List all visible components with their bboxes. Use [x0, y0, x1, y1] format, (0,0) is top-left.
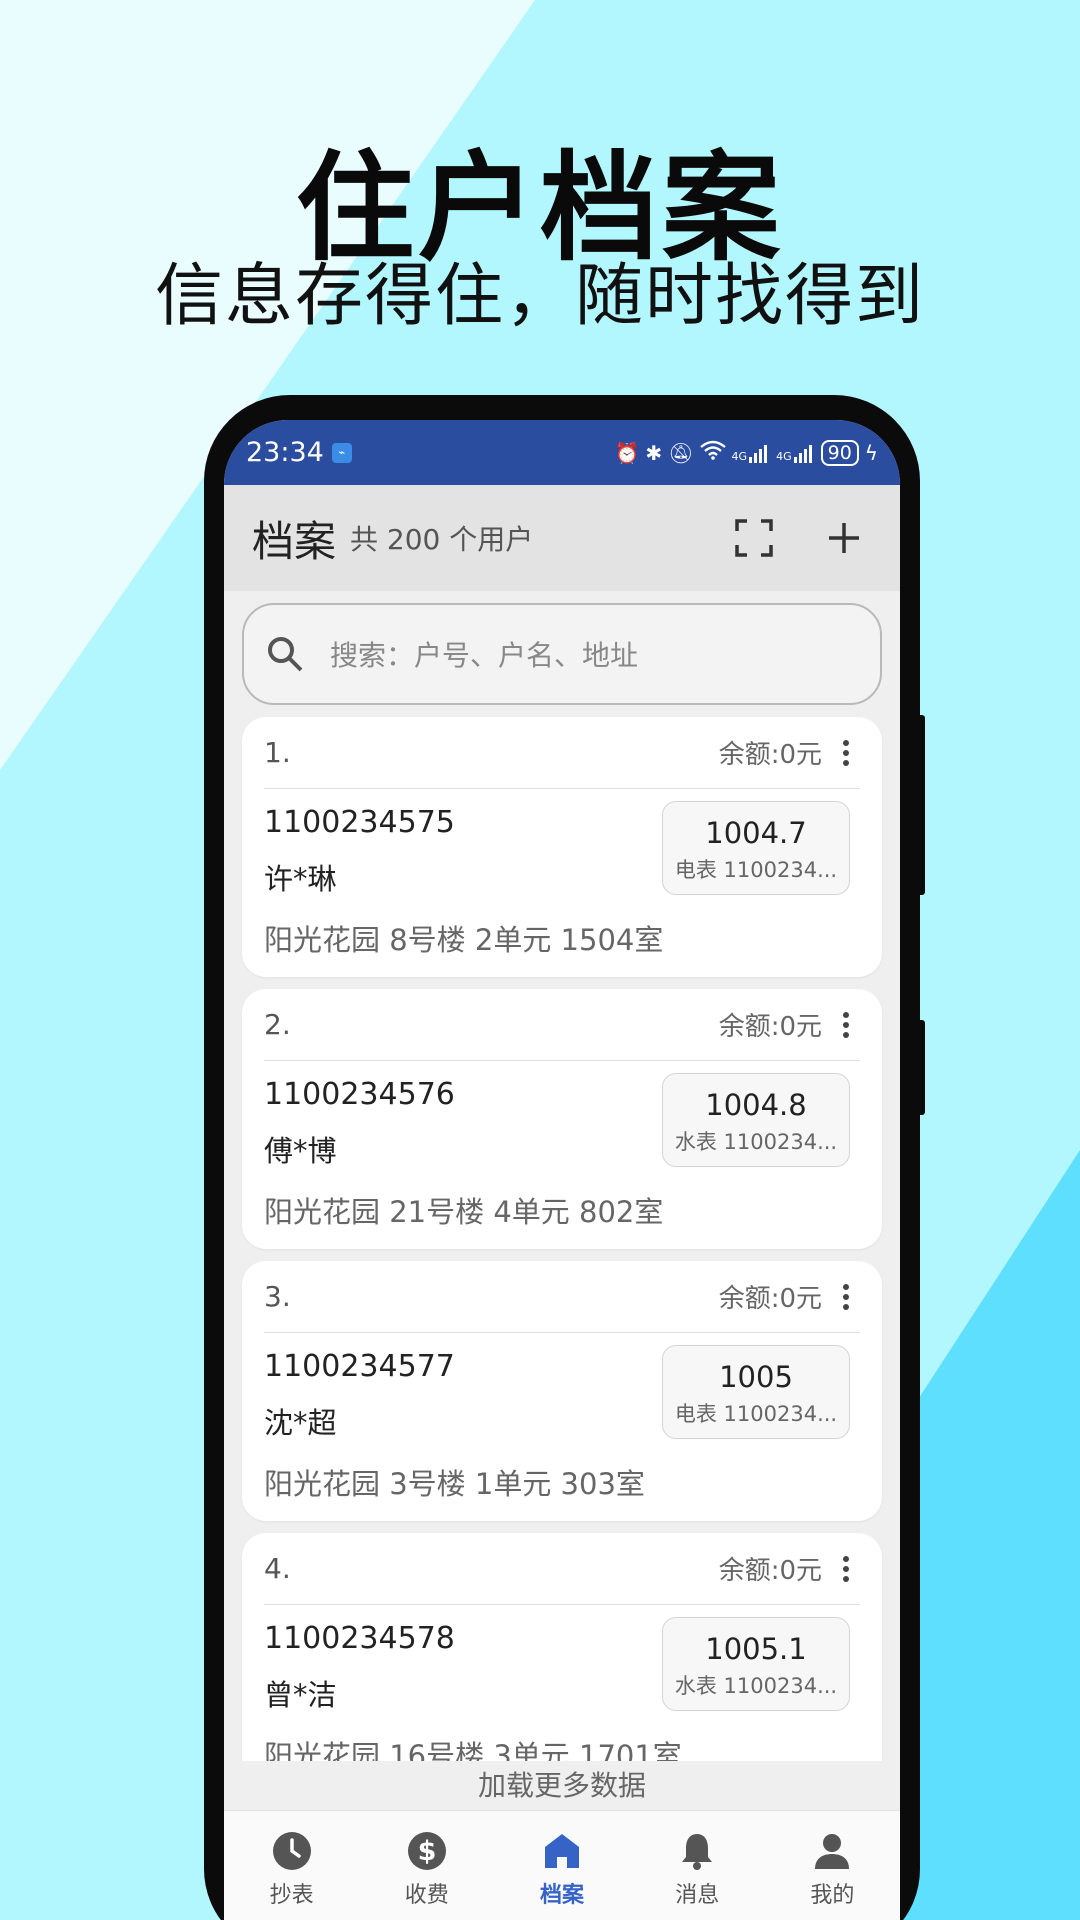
- promo-subtitle: 信息存得住，随时找得到: [154, 257, 925, 336]
- tab-profile[interactable]: 我的: [765, 1811, 900, 1920]
- plus-icon: [829, 523, 859, 553]
- search-icon: [268, 637, 303, 672]
- user-count: 共 200 个用户: [350, 523, 534, 556]
- record-balance: 余额:0元: [718, 740, 822, 770]
- status-time: 23:34: [246, 437, 324, 468]
- tab-records[interactable]: 档案: [494, 1811, 629, 1920]
- tab-label: 抄表: [269, 1883, 314, 1908]
- record-card[interactable]: 3. 余额:0元 1100234577 沈*超 阳光花园 3号楼 1单元 303…: [242, 1261, 882, 1521]
- meter-chip[interactable]: 1004.8 水表 1100234...: [662, 1073, 850, 1167]
- record-account: 1100234576: [264, 1077, 455, 1112]
- network-label-2: 4G: [776, 449, 792, 463]
- tab-label: 档案: [540, 1883, 585, 1908]
- record-card[interactable]: 4. 余额:0元 1100234578 曾*洁 阳光花园 16号楼 3单元 17…: [242, 1533, 882, 1761]
- bluetooth-icon: ✱: [645, 440, 663, 465]
- record-name: 许*琳: [264, 862, 337, 896]
- tab-meter-reading[interactable]: 抄表: [224, 1811, 359, 1920]
- record-name: 曾*洁: [264, 1678, 337, 1712]
- record-address: 阳光花园 8号楼 2单元 1504室: [264, 923, 664, 957]
- record-account: 1100234577: [264, 1349, 455, 1384]
- load-more-button[interactable]: 加载更多数据: [224, 1762, 900, 1810]
- meter-label: 电表 1100234...: [674, 1402, 838, 1426]
- status-bar: 23:34 ⌁ ⏰ ✱ 🔕︎ 4G 4G 90 ϟ: [224, 420, 900, 485]
- records-list: 搜索：户号、户名、地址 1. 余额:0元 1100234575 许*琳 阳光花园…: [224, 591, 900, 1761]
- meter-label: 水表 1100234...: [674, 1130, 838, 1154]
- meter-reading: 1004.8: [705, 1088, 807, 1122]
- record-name: 沈*超: [264, 1406, 337, 1440]
- meter-chip[interactable]: 1005 电表 1100234...: [662, 1345, 850, 1439]
- record-address: 阳光花园 3号楼 1单元 303室: [264, 1467, 645, 1501]
- bottom-tab-bar: 抄表 $ 收费 档案 消息 我的: [224, 1810, 900, 1920]
- bell-icon: [682, 1834, 713, 1870]
- mute-icon: 🔕︎: [668, 440, 694, 465]
- record-account: 1100234578: [264, 1621, 455, 1656]
- record-account: 1100234575: [264, 805, 455, 840]
- network-label-1: 4G: [731, 449, 748, 463]
- record-balance: 余额:0元: [718, 1556, 822, 1586]
- tab-label: 我的: [810, 1883, 855, 1908]
- phone-screen: 23:34 ⌁ ⏰ ✱ 🔕︎ 4G 4G 90 ϟ 档案 共 200 个用户 搜…: [224, 420, 900, 1920]
- home-icon: [545, 1834, 579, 1868]
- scan-icon: [735, 519, 773, 557]
- search-placeholder: 搜索：户号、户名、地址: [330, 639, 639, 672]
- meter-chip[interactable]: 1004.7 电表 1100234...: [662, 801, 850, 895]
- meter-reading: 1005: [719, 1360, 793, 1394]
- meter-reading: 1004.7: [705, 816, 807, 850]
- alarm-icon: ⏰: [614, 440, 640, 465]
- record-balance: 余额:0元: [718, 1012, 822, 1042]
- tab-billing[interactable]: $ 收费: [359, 1811, 494, 1920]
- more-vert-icon: [843, 1283, 849, 1310]
- meter-label: 水表 1100234...: [674, 1674, 838, 1698]
- record-index: 4.: [264, 1552, 291, 1585]
- status-icons: ⏰ ✱ 🔕︎ 4G 4G 90 ϟ: [614, 439, 878, 466]
- battery-icon: 90: [820, 439, 859, 466]
- record-index: 3.: [264, 1280, 291, 1313]
- add-button[interactable]: [816, 510, 872, 566]
- page-title: 档案: [252, 516, 337, 566]
- more-button[interactable]: [832, 739, 860, 767]
- record-balance: 余额:0元: [718, 1284, 822, 1314]
- tab-label: 收费: [404, 1883, 449, 1908]
- more-button[interactable]: [832, 1011, 860, 1039]
- record-index: 2.: [264, 1008, 291, 1041]
- more-vert-icon: [843, 739, 849, 766]
- side-button-lower: [915, 1020, 925, 1115]
- meter-chip[interactable]: 1005.1 水表 1100234...: [662, 1617, 850, 1711]
- record-card[interactable]: 2. 余额:0元 1100234576 傅*博 阳光花园 21号楼 4单元 80…: [242, 989, 882, 1249]
- meter-label: 电表 1100234...: [674, 858, 838, 882]
- clock-icon: [272, 1832, 311, 1870]
- svg-text:$: $: [417, 1836, 436, 1867]
- more-button[interactable]: [832, 1555, 860, 1583]
- wifi-icon: [699, 440, 726, 465]
- tab-label: 消息: [675, 1883, 720, 1908]
- more-vert-icon: [843, 1555, 849, 1582]
- phone-frame: 23:34 ⌁ ⏰ ✱ 🔕︎ 4G 4G 90 ϟ 档案 共 200 个用户 搜…: [204, 395, 925, 1920]
- search-input[interactable]: 搜索：户号、户名、地址: [242, 603, 882, 705]
- meter-reading: 1005.1: [705, 1632, 807, 1666]
- record-name: 傅*博: [264, 1134, 337, 1168]
- record-address: 阳光花园 16号楼 3单元 1701室: [264, 1739, 682, 1761]
- person-icon: [815, 1834, 850, 1869]
- more-vert-icon: [843, 1011, 849, 1038]
- record-index: 1.: [264, 736, 291, 769]
- signal-icon-1: 4G: [732, 443, 771, 463]
- battery-level: 90: [827, 441, 852, 464]
- record-address: 阳光花园 21号楼 4单元 802室: [264, 1195, 664, 1229]
- dollar-icon: $: [407, 1832, 446, 1870]
- signal-icon-2: 4G: [776, 443, 815, 463]
- charging-icon: ϟ: [864, 440, 878, 465]
- side-button-upper: [915, 715, 925, 895]
- scan-button[interactable]: [726, 510, 782, 566]
- tab-messages[interactable]: 消息: [630, 1811, 765, 1920]
- app-bar: 档案 共 200 个用户: [224, 485, 900, 591]
- usb-icon: ⌁: [331, 442, 352, 463]
- more-button[interactable]: [832, 1283, 860, 1311]
- record-card[interactable]: 1. 余额:0元 1100234575 许*琳 阳光花园 8号楼 2单元 150…: [242, 717, 882, 977]
